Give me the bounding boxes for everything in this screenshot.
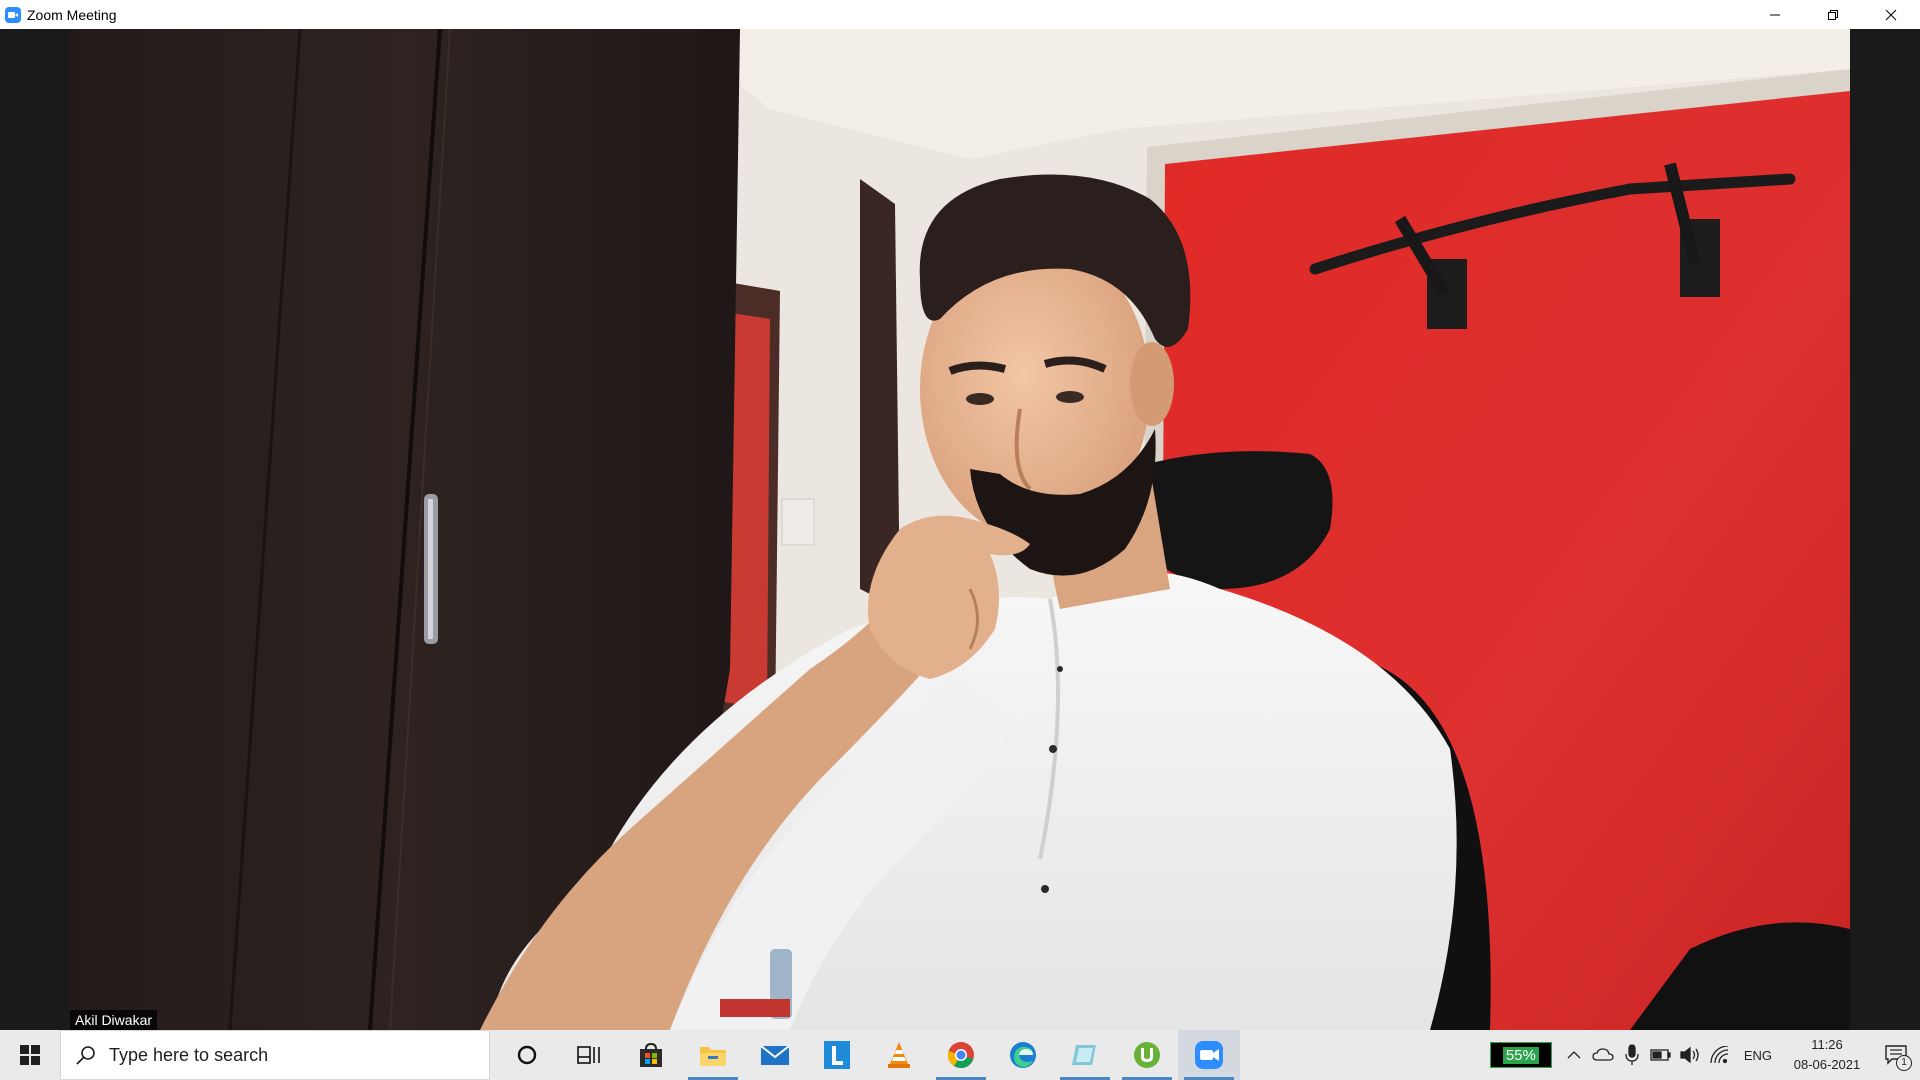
restore-button[interactable] (1804, 0, 1862, 29)
traffic-cone-icon (888, 1042, 910, 1068)
meeting-stage: Akil Diwakar (0, 29, 1920, 1030)
windows-logo-icon (20, 1045, 40, 1065)
show-hidden-icons-button[interactable] (1560, 1030, 1589, 1080)
file-explorer-button[interactable] (682, 1030, 744, 1080)
microphone-icon (1625, 1044, 1639, 1065)
clock-date: 08-06-2021 (1793, 1057, 1861, 1072)
vlc-button[interactable] (868, 1030, 930, 1080)
minimize-icon (1770, 14, 1780, 15)
title-bar: Zoom Meeting (0, 0, 1920, 29)
minimize-button[interactable] (1746, 0, 1804, 29)
letter-l-icon (824, 1041, 850, 1069)
close-icon (1885, 9, 1897, 20)
folder-icon (700, 1047, 726, 1066)
zoom-button[interactable] (1178, 1030, 1240, 1080)
battery-charging-icon (1650, 1049, 1671, 1061)
microphone-tray-button[interactable] (1618, 1030, 1647, 1080)
action-center-button[interactable]: 1 (1872, 1030, 1920, 1080)
task-view-button[interactable] (558, 1030, 620, 1080)
notes-app-button[interactable] (1054, 1030, 1116, 1080)
search-input[interactable] (109, 1044, 439, 1066)
onedrive-tray-button[interactable] (1589, 1030, 1618, 1080)
volume-tray-button[interactable] (1676, 1030, 1705, 1080)
zoom-camera-icon (5, 6, 21, 23)
video-frame (70, 29, 1850, 1030)
cloud-icon (1592, 1048, 1614, 1061)
battery-percent-badge[interactable]: 55% (1489, 1042, 1552, 1068)
task-view-icon (577, 1046, 600, 1064)
chevron-up-icon (1567, 1051, 1581, 1059)
zoom-camera-icon (1195, 1041, 1223, 1069)
restore-icon (1828, 9, 1838, 20)
utorrent-icon (1134, 1042, 1160, 1068)
l-app-button[interactable] (806, 1030, 868, 1080)
start-button[interactable] (0, 1030, 60, 1080)
cortana-button[interactable] (496, 1030, 558, 1080)
input-language-indicator[interactable]: ENG (1734, 1048, 1782, 1063)
mail-button[interactable] (744, 1030, 806, 1080)
clock[interactable]: 11:26 08-06-2021 (1782, 1035, 1872, 1075)
edge-button[interactable] (992, 1030, 1054, 1080)
window-controls (1746, 0, 1920, 29)
clock-time: 11:26 (1811, 1037, 1843, 1052)
participant-video[interactable]: Akil Diwakar (70, 29, 1850, 1030)
system-tray: 55% ENG 11:26 08-06-2021 1 (1489, 1030, 1920, 1080)
chrome-button[interactable] (930, 1030, 992, 1080)
search-icon (76, 1046, 95, 1065)
edge-icon (1010, 1042, 1036, 1068)
wifi-icon (1710, 1046, 1729, 1064)
pinned-apps (496, 1030, 1240, 1080)
chrome-icon (947, 1042, 974, 1069)
battery-tray-button[interactable] (1647, 1030, 1676, 1080)
notes-icon (1072, 1045, 1096, 1065)
store-bag-icon (640, 1042, 662, 1067)
battery-percent-text: 55% (1502, 1046, 1539, 1064)
notification-count-badge: 1 (1896, 1055, 1912, 1071)
store-button[interactable] (620, 1030, 682, 1080)
mail-icon (760, 1045, 790, 1065)
participant-name-tag: Akil Diwakar (70, 1010, 158, 1030)
circle-icon (517, 1045, 537, 1065)
taskbar-search[interactable] (60, 1030, 490, 1080)
taskbar: 55% ENG 11:26 08-06-2021 (0, 1030, 1920, 1080)
close-button[interactable] (1862, 0, 1920, 29)
wifi-tray-button[interactable] (1705, 1030, 1734, 1080)
window-title: Zoom Meeting (27, 6, 117, 23)
speaker-icon (1680, 1046, 1699, 1064)
utorrent-button[interactable] (1116, 1030, 1178, 1080)
